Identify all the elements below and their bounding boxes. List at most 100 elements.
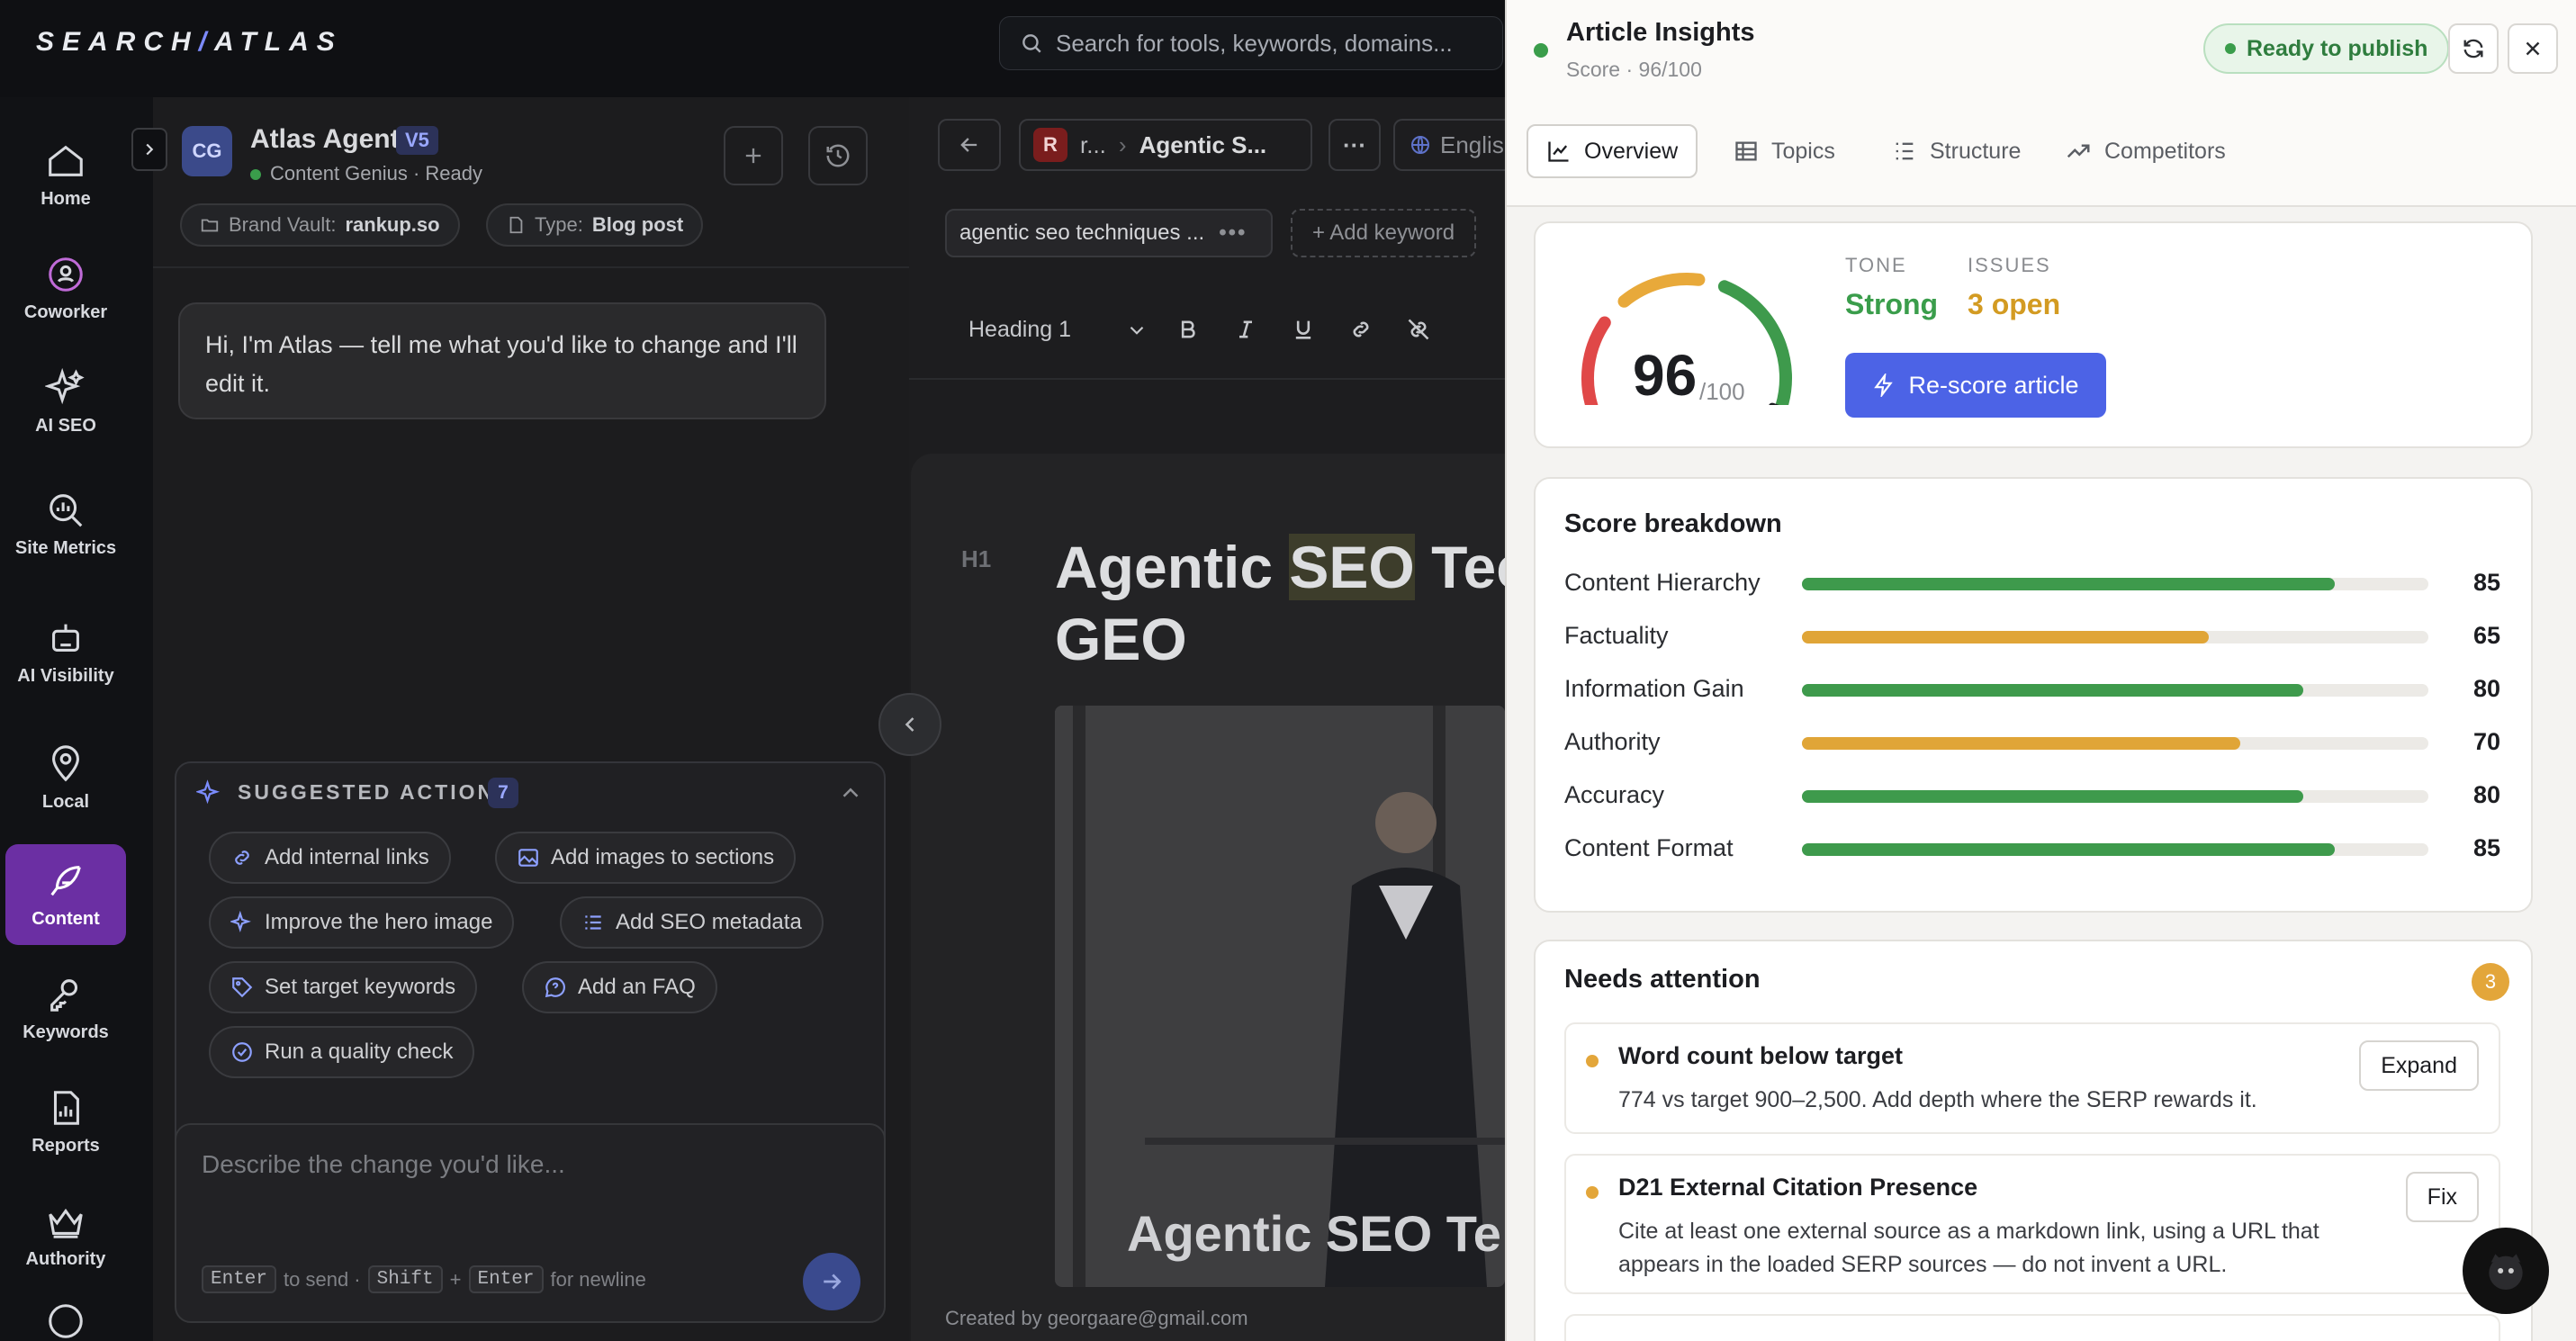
agent-greeting-message: Hi, I'm Atlas — tell me what you'd like … xyxy=(178,302,826,419)
doc-avatar: R xyxy=(1033,128,1067,162)
nav-content[interactable]: Content xyxy=(5,844,126,945)
nav-authority[interactable]: Authority xyxy=(5,1184,126,1285)
breadcrumb-separator: › xyxy=(1118,130,1127,158)
heading-keyword-highlight: SEO xyxy=(1289,534,1415,600)
chevron-right-icon xyxy=(146,143,154,156)
collapse-suggestions-button[interactable] xyxy=(837,779,864,806)
link-icon[interactable] xyxy=(1348,317,1374,342)
insights-subtitle: Score · 96/100 xyxy=(1566,58,1702,81)
keyword-more-icon[interactable]: ••• xyxy=(1219,220,1247,246)
sparkles-icon xyxy=(196,779,221,805)
style-select[interactable]: Heading 1 xyxy=(968,317,1148,343)
breakdown-row: Content Format 85 xyxy=(1564,831,2500,867)
fix-button[interactable]: Fix xyxy=(2405,1172,2479,1222)
back-button[interactable] xyxy=(938,119,1001,171)
refresh-icon xyxy=(2463,39,2483,58)
breakdown-track xyxy=(1802,578,2428,590)
nav-reports[interactable]: Reports xyxy=(5,1071,126,1172)
expand-nav-button[interactable] xyxy=(131,128,167,171)
history-button[interactable] xyxy=(808,126,868,185)
document-breadcrumb[interactable]: R r... › Agentic S... xyxy=(1019,119,1312,171)
image-icon xyxy=(518,849,538,867)
nav-ai-seo[interactable]: AI SEO xyxy=(5,351,126,452)
insights-status-dot xyxy=(1534,43,1548,58)
suggested-count-badge: 7 xyxy=(488,778,518,808)
new-chat-button[interactable] xyxy=(724,126,783,185)
keyword-chip[interactable]: agentic seo techniques ... ••• xyxy=(945,209,1273,257)
tag-icon xyxy=(232,977,253,998)
created-by: Created by georgaare@gmail.com xyxy=(945,1307,1248,1329)
nav-home[interactable]: Home xyxy=(5,124,126,225)
agent-avatar: CG xyxy=(182,126,232,176)
action-improve-hero-image[interactable]: Improve the hero image xyxy=(209,896,515,949)
collapse-agent-button[interactable] xyxy=(878,693,941,756)
composer-hint: Enter to send · Shift + Enter for newlin… xyxy=(202,1265,646,1293)
action-label: Run a quality check xyxy=(265,1040,454,1064)
nav-keywords[interactable]: Keywords xyxy=(5,958,126,1058)
support-chat-button[interactable] xyxy=(2463,1228,2549,1314)
action-label: Add SEO metadata xyxy=(616,910,802,934)
link-icon xyxy=(235,850,249,865)
add-keyword-button[interactable]: + Add keyword xyxy=(1291,209,1476,257)
nav-ai-visibility[interactable]: AI Visibility xyxy=(5,596,126,707)
search-atlas-logo[interactable]: SEARCH/ATLAS xyxy=(36,27,343,58)
heading-line2: GEO xyxy=(1055,606,1187,672)
heading-part: Agentic xyxy=(1055,534,1290,600)
nav-more[interactable] xyxy=(5,1294,126,1341)
tab-structure[interactable]: Structure xyxy=(1874,124,2039,178)
action-set-target-keywords[interactable]: Set target keywords xyxy=(209,961,478,1013)
coworker-icon xyxy=(49,257,83,292)
gauge-segment-amber xyxy=(1617,273,1706,308)
tab-topics[interactable]: Topics xyxy=(1716,124,1853,178)
nav-local[interactable]: Local xyxy=(5,727,126,828)
nav-coworker[interactable]: Coworker xyxy=(5,238,126,338)
expand-button[interactable]: Expand xyxy=(2359,1040,2479,1091)
lightning-icon xyxy=(1874,374,1894,397)
nav-authority-label: Authority xyxy=(25,1249,106,1269)
suggested-actions-title: SUGGESTED ACTIONS xyxy=(238,780,512,804)
action-add-internal-links[interactable]: Add internal links xyxy=(209,832,451,884)
heading-part: Tec xyxy=(1431,534,1505,600)
key-icon xyxy=(50,979,78,1012)
article-heading[interactable]: Agentic SEO Tec GEO xyxy=(1055,531,1505,675)
breakdown-value: 65 xyxy=(2472,622,2500,649)
needs-attention-title: Needs attention xyxy=(1564,965,1761,994)
ready-label: Ready to publish xyxy=(2247,35,2428,61)
status-dot xyxy=(250,169,261,180)
close-button[interactable] xyxy=(2508,23,2558,74)
bold-icon[interactable] xyxy=(1175,317,1201,342)
hero-overlay-title: Agentic SEO Te xyxy=(1127,1205,1501,1262)
brand-vault-value: rankup.so xyxy=(345,213,440,236)
nav-coworker-label: Coworker xyxy=(23,302,108,322)
tab-overview[interactable]: Overview xyxy=(1527,124,1698,178)
gauge-segment-red xyxy=(1581,316,1611,405)
action-run-quality-check[interactable]: Run a quality check xyxy=(209,1026,475,1078)
nav-site-metrics[interactable]: Site Metrics xyxy=(5,468,126,580)
breakdown-track xyxy=(1802,737,2428,750)
send-button[interactable] xyxy=(803,1253,860,1310)
list-icon xyxy=(585,915,601,930)
style-select-value: Heading 1 xyxy=(968,317,1071,342)
tab-competitors[interactable]: Competitors xyxy=(2047,124,2244,178)
global-search-input[interactable]: Search for tools, keywords, domains... xyxy=(999,16,1503,70)
action-add-faq[interactable]: Add an FAQ xyxy=(522,961,717,1013)
issue-dot xyxy=(1586,1055,1599,1067)
breakdown-track xyxy=(1802,843,2428,856)
action-add-images[interactable]: Add images to sections xyxy=(495,832,797,884)
action-add-seo-metadata[interactable]: Add SEO metadata xyxy=(560,896,824,949)
type-chip[interactable]: Type: Blog post xyxy=(486,203,704,247)
rescore-article-button[interactable]: Re-score article xyxy=(1845,353,2106,418)
nav-reports-label: Reports xyxy=(32,1136,100,1156)
language-select[interactable]: Englis xyxy=(1393,119,1505,171)
italic-icon[interactable] xyxy=(1233,317,1258,342)
unlink-icon[interactable] xyxy=(1406,317,1431,342)
refresh-button[interactable] xyxy=(2448,23,2499,74)
breakdown-row: Accuracy 80 xyxy=(1564,778,2500,814)
breakdown-label: Content Format xyxy=(1564,834,1734,861)
agent-name: Atlas Agent xyxy=(250,124,400,154)
underline-icon[interactable] xyxy=(1291,317,1316,342)
brand-vault-chip[interactable]: Brand Vault: rankup.so xyxy=(180,203,460,247)
more-options-button[interactable]: ··· xyxy=(1329,119,1381,171)
agent-status-text: Content Genius · Ready xyxy=(270,162,483,184)
hero-image[interactable] xyxy=(1055,706,1505,1287)
